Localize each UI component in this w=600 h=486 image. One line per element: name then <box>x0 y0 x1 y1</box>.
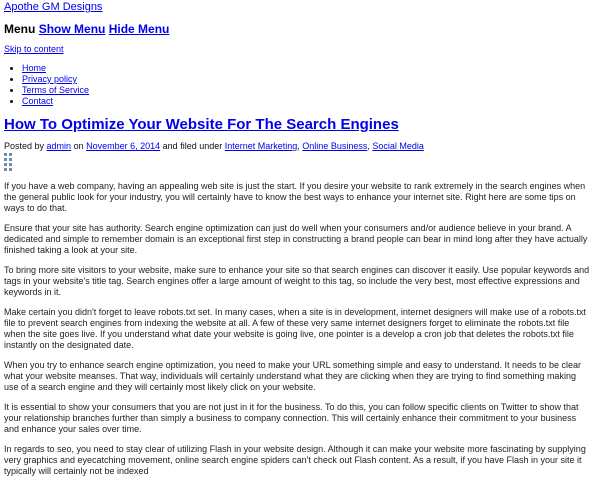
main-navigation: Home Privacy policy Terms of Service Con… <box>10 63 89 107</box>
post-paragraph: When you try to enhance search engine op… <box>4 360 582 392</box>
meta-posted-by: Posted by <box>4 141 45 151</box>
nav-link-home[interactable]: Home <box>22 63 46 73</box>
post-date-link[interactable]: November 6, 2014 <box>86 141 160 151</box>
post-paragraph: Ensure that your site has authority. Sea… <box>4 223 588 255</box>
nav-item-contact: Contact <box>22 96 89 107</box>
author-link[interactable]: admin <box>47 141 72 151</box>
site-title-link[interactable]: Apothe GM Designs <box>4 1 102 13</box>
nav-link-terms-of-service[interactable]: Terms of Service <box>22 85 89 95</box>
nav-item-home: Home <box>22 63 89 74</box>
grid-icon <box>4 163 12 171</box>
post-content: If you have a web company, having an app… <box>4 181 592 486</box>
nav-link-privacy-policy[interactable]: Privacy policy <box>22 74 77 84</box>
category-link-social-media[interactable]: Social Media <box>372 141 424 151</box>
show-menu-link[interactable]: Show Menu <box>39 22 106 36</box>
nav-item-privacy-policy: Privacy policy <box>22 74 89 85</box>
nav-link-contact[interactable]: Contact <box>22 96 53 106</box>
post-paragraph: It is essential to show your consumers t… <box>4 402 579 434</box>
meta-on: on <box>73 141 84 151</box>
post-paragraph: In regards to seo, you need to stay clea… <box>4 444 586 476</box>
post-paragraph: To bring more site visitors to your webs… <box>4 265 590 297</box>
post-title-link[interactable]: How To Optimize Your Website For The Sea… <box>4 116 399 133</box>
meta-filed-under: and filed under <box>162 141 223 151</box>
grid-icon <box>4 153 12 161</box>
category-link-internet-marketing[interactable]: Internet Marketing <box>225 141 298 151</box>
post-meta: Posted by admin on November 6, 2014 and … <box>4 141 424 151</box>
nav-item-terms-of-service: Terms of Service <box>22 85 89 96</box>
post-paragraph: If you have a web company, having an app… <box>4 181 586 213</box>
hide-menu-link[interactable]: Hide Menu <box>109 22 170 36</box>
skip-to-content-link[interactable]: Skip to content <box>4 44 64 54</box>
menu-bar: Menu Show Menu Hide Menu <box>4 22 169 36</box>
category-link-online-business[interactable]: Online Business <box>302 141 367 151</box>
post-paragraph: Make certain you didn't forget to leave … <box>4 307 587 350</box>
menu-label: Menu <box>4 22 36 36</box>
